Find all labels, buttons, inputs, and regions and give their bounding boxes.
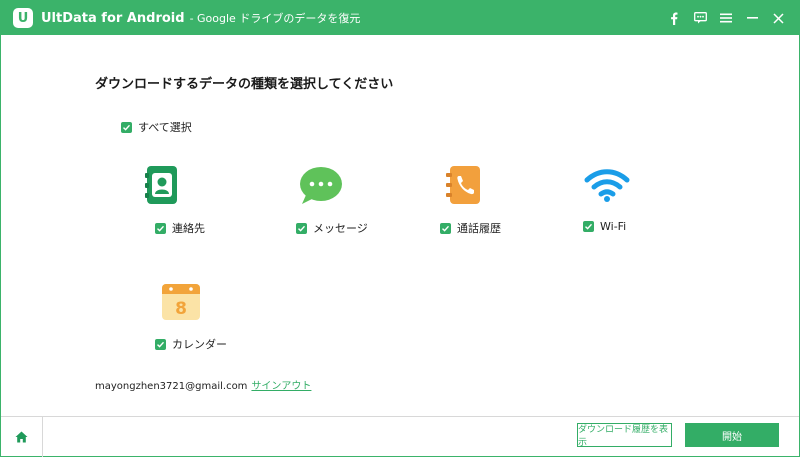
item-label: 連絡先 <box>172 222 205 235</box>
checkbox-checked-icon[interactable] <box>155 338 166 350</box>
checkbox-checked-icon[interactable] <box>296 222 307 234</box>
signout-link[interactable]: サインアウト <box>251 381 311 392</box>
checkbox-checked-icon <box>121 121 132 133</box>
checkbox-checked-icon[interactable] <box>155 222 166 234</box>
item-label: カレンダー <box>172 338 227 351</box>
page-title: ダウンロードするデータの種類を選択してください <box>95 77 394 92</box>
footer-bar: ダウンロード履歴を表示 開始 <box>1 416 799 457</box>
minimize-icon[interactable] <box>739 5 765 31</box>
wifi-icon <box>584 169 630 202</box>
app-window: U UltData for Android - Google ドライブのデータを… <box>0 0 800 457</box>
data-type-messages[interactable]: メッセージ <box>271 163 391 253</box>
logo-letter: U <box>17 10 29 26</box>
home-button[interactable] <box>1 417 43 457</box>
checkbox-checked-icon[interactable] <box>583 221 594 232</box>
app-subtitle: - Google ドライブのデータを復元 <box>189 12 361 25</box>
download-history-button[interactable]: ダウンロード履歴を表示 <box>577 423 672 448</box>
message-icon <box>300 167 342 204</box>
feedback-icon[interactable] <box>687 5 713 31</box>
item-label: 通話履歴 <box>457 222 501 235</box>
calendar-day: 8 <box>175 299 187 319</box>
data-type-contacts[interactable]: 連絡先 <box>129 163 249 253</box>
account-email: mayongzhen3721@gmail.com <box>95 381 248 392</box>
item-label: メッセージ <box>313 222 368 235</box>
menu-icon[interactable] <box>713 5 739 31</box>
title-bar: U UltData for Android - Google ドライブのデータを… <box>1 1 799 35</box>
facebook-icon[interactable] <box>661 5 687 31</box>
app-logo: U <box>13 8 33 28</box>
calendar-icon: 8 <box>162 284 200 320</box>
main-content: ダウンロードするデータの種類を選択してください すべて選択 連絡先 メッセージ … <box>9 41 791 417</box>
data-type-call-log[interactable]: 通話履歴 <box>414 163 534 253</box>
close-icon[interactable] <box>765 5 791 31</box>
contacts-icon <box>145 166 177 204</box>
window-controls <box>661 1 791 35</box>
select-all-checkbox[interactable]: すべて選択 <box>121 119 192 135</box>
select-all-label: すべて選択 <box>138 121 192 134</box>
start-button[interactable]: 開始 <box>685 423 779 447</box>
home-icon <box>15 431 28 443</box>
call-log-icon <box>446 166 480 204</box>
checkbox-checked-icon[interactable] <box>440 222 451 234</box>
app-name: UltData for Android <box>41 10 185 26</box>
account-row: mayongzhen3721@gmail.com サインアウト <box>95 377 311 392</box>
item-label: Wi-Fi <box>600 220 627 233</box>
data-type-calendar[interactable]: 8 カレンダー <box>129 279 249 369</box>
data-type-wifi[interactable]: Wi-Fi <box>557 163 677 253</box>
